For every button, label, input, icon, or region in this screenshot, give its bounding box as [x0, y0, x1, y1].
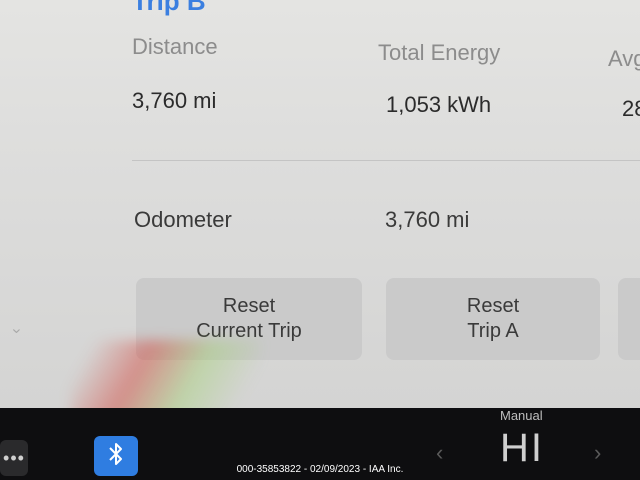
reset-trip-b-button[interactable] [618, 278, 640, 360]
reset-trip-a-button[interactable]: Reset Trip A [386, 278, 600, 360]
chevron-down-icon[interactable]: ‹ [8, 328, 26, 333]
distance-value: 3,760 mi [132, 88, 217, 113]
avg-value: 28 [622, 96, 640, 121]
trip-heading: Trip B [132, 0, 206, 16]
fan-mode-label: Manual [500, 408, 543, 423]
odometer-value: 3,760 mi [385, 207, 470, 232]
total-energy-value: 1,053 kWh [386, 92, 492, 117]
odometer-label: Odometer [134, 207, 232, 232]
screen-glare [70, 340, 260, 408]
distance-label: Distance [132, 34, 218, 59]
watermark: 000-35853822 - 02/09/2023 - IAA Inc. [236, 464, 404, 475]
reset-current-line1: Reset [222, 295, 276, 317]
total-energy-label: Total Energy [378, 40, 501, 65]
avg-label: Avg [608, 46, 640, 71]
fan-increase-chevron-icon[interactable]: › [594, 440, 601, 466]
section-divider [132, 160, 640, 161]
reset-trip-a-line1: Reset [466, 295, 520, 317]
fan-decrease-chevron-icon[interactable]: ‹ [436, 440, 443, 466]
trip-screen: Trip B Distance 3,760 mi Total Energy 1,… [0, 0, 640, 408]
reset-trip-a-line2: Trip A [467, 320, 519, 342]
